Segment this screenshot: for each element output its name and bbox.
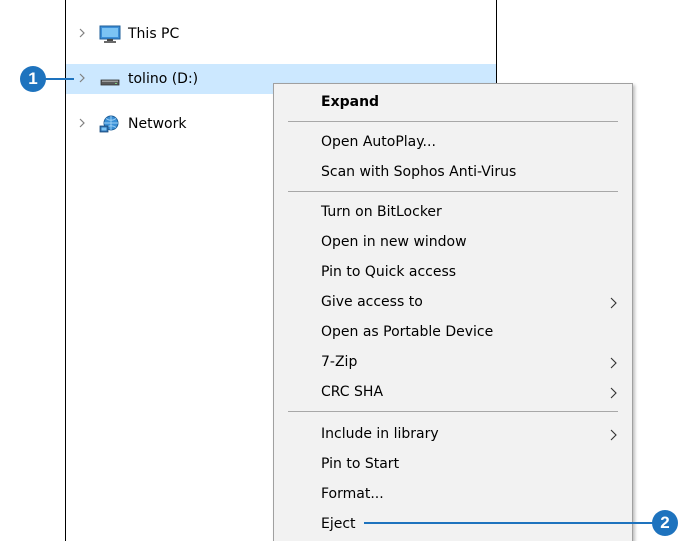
- menu-item-expand[interactable]: Expand: [274, 87, 632, 117]
- menu-item-turn-on-bitlocker[interactable]: Turn on BitLocker: [274, 197, 632, 227]
- callout-line-1: [44, 78, 74, 80]
- nav-item-label: Network: [128, 116, 187, 132]
- submenu-arrow-icon: [610, 429, 617, 441]
- menu-item-label: Turn on BitLocker: [321, 204, 442, 220]
- menu-separator: [288, 121, 618, 122]
- menu-item-label: Open as Portable Device: [321, 324, 494, 340]
- menu-item-pin-to-start[interactable]: Pin to Start: [274, 449, 632, 479]
- menu-item-pin-quick-access[interactable]: Pin to Quick access: [274, 257, 632, 287]
- chevron-right-icon[interactable]: [77, 115, 87, 131]
- menu-item-label: Eject: [321, 516, 356, 532]
- drive-icon: [100, 79, 120, 86]
- explorer-screenshot: This PC tolino (D:) Network Expand Open …: [0, 0, 678, 541]
- menu-separator: [288, 411, 618, 412]
- chevron-right-icon[interactable]: [77, 70, 87, 86]
- submenu-arrow-icon: [610, 297, 617, 309]
- menu-item-label: 7-Zip: [321, 354, 358, 370]
- menu-item-scan-sophos[interactable]: Scan with Sophos Anti-Virus: [274, 157, 632, 187]
- nav-item-label: tolino (D:): [128, 71, 199, 87]
- menu-item-open-portable-device[interactable]: Open as Portable Device: [274, 317, 632, 347]
- menu-item-eject[interactable]: Eject: [274, 509, 632, 539]
- callout-badge-1: 1: [20, 66, 46, 92]
- network-icon: [99, 115, 119, 133]
- menu-item-give-access-to[interactable]: Give access to: [274, 287, 632, 317]
- menu-separator: [288, 191, 618, 192]
- callout-badge-2: 2: [652, 510, 678, 536]
- menu-item-label: Pin to Start: [321, 456, 400, 472]
- submenu-arrow-icon: [610, 357, 617, 369]
- menu-item-label: Give access to: [321, 294, 423, 310]
- menu-item-label: Include in library: [321, 426, 439, 442]
- menu-item-format[interactable]: Format...: [274, 479, 632, 509]
- context-menu: Expand Open AutoPlay... Scan with Sophos…: [273, 83, 633, 541]
- menu-item-label: Format...: [321, 486, 384, 502]
- menu-item-include-in-library[interactable]: Include in library: [274, 419, 632, 449]
- menu-item-7zip[interactable]: 7-Zip: [274, 347, 632, 377]
- menu-item-label: Pin to Quick access: [321, 264, 457, 280]
- this-pc-icon: [99, 25, 121, 43]
- menu-item-label: Expand: [321, 94, 380, 110]
- menu-item-label: Scan with Sophos Anti-Virus: [321, 164, 517, 180]
- menu-item-open-new-window[interactable]: Open in new window: [274, 227, 632, 257]
- submenu-arrow-icon: [610, 387, 617, 399]
- nav-item-this-pc[interactable]: This PC: [66, 19, 496, 49]
- menu-item-crc-sha[interactable]: CRC SHA: [274, 377, 632, 407]
- chevron-right-icon[interactable]: [77, 25, 87, 41]
- menu-item-label: Open AutoPlay...: [321, 134, 436, 150]
- menu-item-label: CRC SHA: [321, 384, 384, 400]
- menu-item-open-autoplay[interactable]: Open AutoPlay...: [274, 127, 632, 157]
- callout-line-2: [364, 522, 656, 524]
- nav-item-label: This PC: [128, 26, 180, 42]
- menu-item-label: Open in new window: [321, 234, 467, 250]
